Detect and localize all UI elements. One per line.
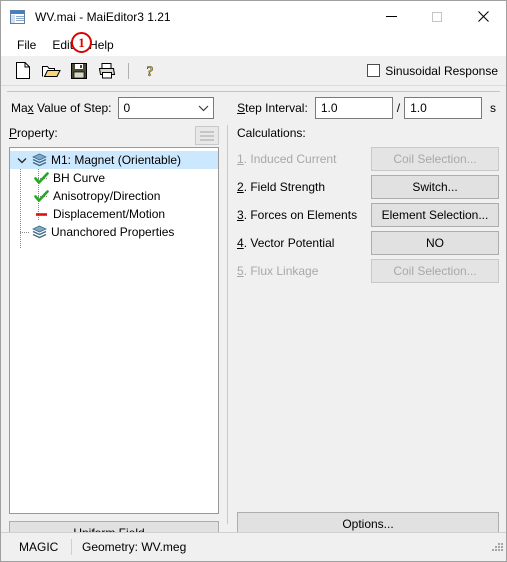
tree-item-displacement-motion[interactable]: Displacement/Motion xyxy=(10,205,218,223)
calculations-panel: Calculations: 1. Induced Current Coil Se… xyxy=(228,120,506,536)
calc-row-flux-linkage: 5. Flux Linkage Coil Selection... xyxy=(237,258,499,284)
maximize-button[interactable] xyxy=(414,1,460,32)
tree-item-label: Unanchored Properties xyxy=(51,225,175,239)
main-window: WV.mai - MaiEditor3 1.21 File Edit Help … xyxy=(0,0,507,562)
element-selection-button[interactable]: Element Selection... xyxy=(371,203,499,227)
resize-grip[interactable] xyxy=(490,540,504,554)
sinusoidal-response-checkbox[interactable]: Sinusoidal Response xyxy=(367,64,498,78)
tree-item-label: BH Curve xyxy=(53,171,106,185)
tree-item-unanchored-properties[interactable]: Unanchored Properties xyxy=(10,223,218,241)
step-interval-denominator-input[interactable]: 1.0 xyxy=(404,97,482,119)
calc-row-induced-current: 1. Induced Current Coil Selection... xyxy=(237,146,499,172)
max-value-of-step-select[interactable]: 0 xyxy=(117,97,214,119)
svg-text:?: ? xyxy=(146,64,154,79)
toolbar-separator xyxy=(128,62,129,79)
calc-label: 5. Flux Linkage xyxy=(237,264,319,278)
coil-selection-button-2[interactable]: Coil Selection... xyxy=(371,259,499,283)
minimize-button[interactable] xyxy=(368,1,414,32)
calc-label: 2. Field Strength xyxy=(237,180,326,194)
layers-stack-icon xyxy=(30,225,48,239)
calc-label: 3. Forces on Elements xyxy=(237,208,358,222)
tree-item-label: Displacement/Motion xyxy=(53,207,166,221)
green-check-icon xyxy=(32,171,50,185)
calc-row-field-strength: 2. Field Strength Switch... xyxy=(237,174,499,200)
open-folder-icon[interactable] xyxy=(37,59,65,83)
calc-row-vector-potential: 4. Vector Potential NO xyxy=(237,230,499,256)
tool-bar: ? Sinusoidal Response xyxy=(1,56,506,86)
app-icon xyxy=(10,9,26,25)
vector-potential-toggle-button[interactable]: NO xyxy=(371,231,499,255)
calc-row-forces-on-elements: 3. Forces on Elements Element Selection.… xyxy=(237,202,499,228)
chevron-down-icon xyxy=(195,105,213,112)
title-bar: WV.mai - MaiEditor3 1.21 xyxy=(1,1,506,33)
sinusoidal-response-label: Sinusoidal Response xyxy=(385,63,498,78)
calculations-list: 1. Induced Current Coil Selection... 2. … xyxy=(237,146,499,284)
calc-label: 4. Vector Potential xyxy=(237,236,335,250)
menu-help[interactable]: Help xyxy=(81,36,122,54)
tree-item-m1-magnet[interactable]: M1: Magnet (Orientable) xyxy=(10,151,218,169)
tree-item-label: Anisotropy/Direction xyxy=(53,189,161,203)
status-geometry-file: Geometry: WV.meg xyxy=(82,540,187,554)
property-list-view-button[interactable] xyxy=(195,126,219,145)
property-panel: Property: M1: Magnet (Orientable) BH Cur… xyxy=(1,120,227,545)
step-interval-label: Step Interval: xyxy=(237,101,308,115)
status-solver-name: MAGIC xyxy=(19,540,59,554)
tree-item-anisotropy-direction[interactable]: Anisotropy/Direction xyxy=(10,187,218,205)
close-button[interactable] xyxy=(460,1,506,32)
interval-separator: / xyxy=(396,101,401,115)
save-floppy-icon[interactable] xyxy=(65,59,93,83)
tree-item-label: M1: Magnet (Orientable) xyxy=(51,153,182,167)
property-panel-title: Property: xyxy=(9,126,58,140)
sinusoidal-response-checkbox-box[interactable] xyxy=(367,64,381,77)
window-title: WV.mai - MaiEditor3 1.21 xyxy=(35,9,171,24)
coil-selection-button-1[interactable]: Coil Selection... xyxy=(371,147,499,171)
interval-unit-label: s xyxy=(490,101,496,115)
property-tree[interactable]: M1: Magnet (Orientable) BH Curve Anisotr… xyxy=(9,147,219,514)
layers-stack-icon xyxy=(30,153,48,167)
step-interval-numerator-input[interactable]: 1.0 xyxy=(314,97,393,119)
chevron-down-icon[interactable] xyxy=(14,157,30,164)
menu-file[interactable]: File xyxy=(9,36,44,54)
new-file-icon[interactable] xyxy=(9,59,37,83)
green-check-icon xyxy=(32,189,50,203)
menu-bar: File Edit Help xyxy=(1,33,506,56)
print-icon[interactable] xyxy=(93,59,121,83)
max-value-of-step-value: 0 xyxy=(123,101,131,115)
property-panel-header: Property: xyxy=(9,126,219,147)
calc-label: 1. Induced Current xyxy=(237,152,337,166)
max-value-of-step-label: Max Value of Step: xyxy=(11,101,112,115)
calculations-title: Calculations: xyxy=(237,126,306,140)
help-question-icon[interactable]: ? xyxy=(136,59,164,83)
body-split: Property: M1: Magnet (Orientable) BH Cur… xyxy=(1,120,506,545)
tree-item-bh-curve[interactable]: BH Curve xyxy=(10,169,218,187)
menu-edit[interactable]: Edit xyxy=(44,36,81,54)
red-dash-icon xyxy=(32,208,50,221)
switch-button[interactable]: Switch... xyxy=(371,175,499,199)
window-controls xyxy=(368,1,506,32)
status-bar: MAGIC Geometry: WV.meg xyxy=(1,532,506,561)
